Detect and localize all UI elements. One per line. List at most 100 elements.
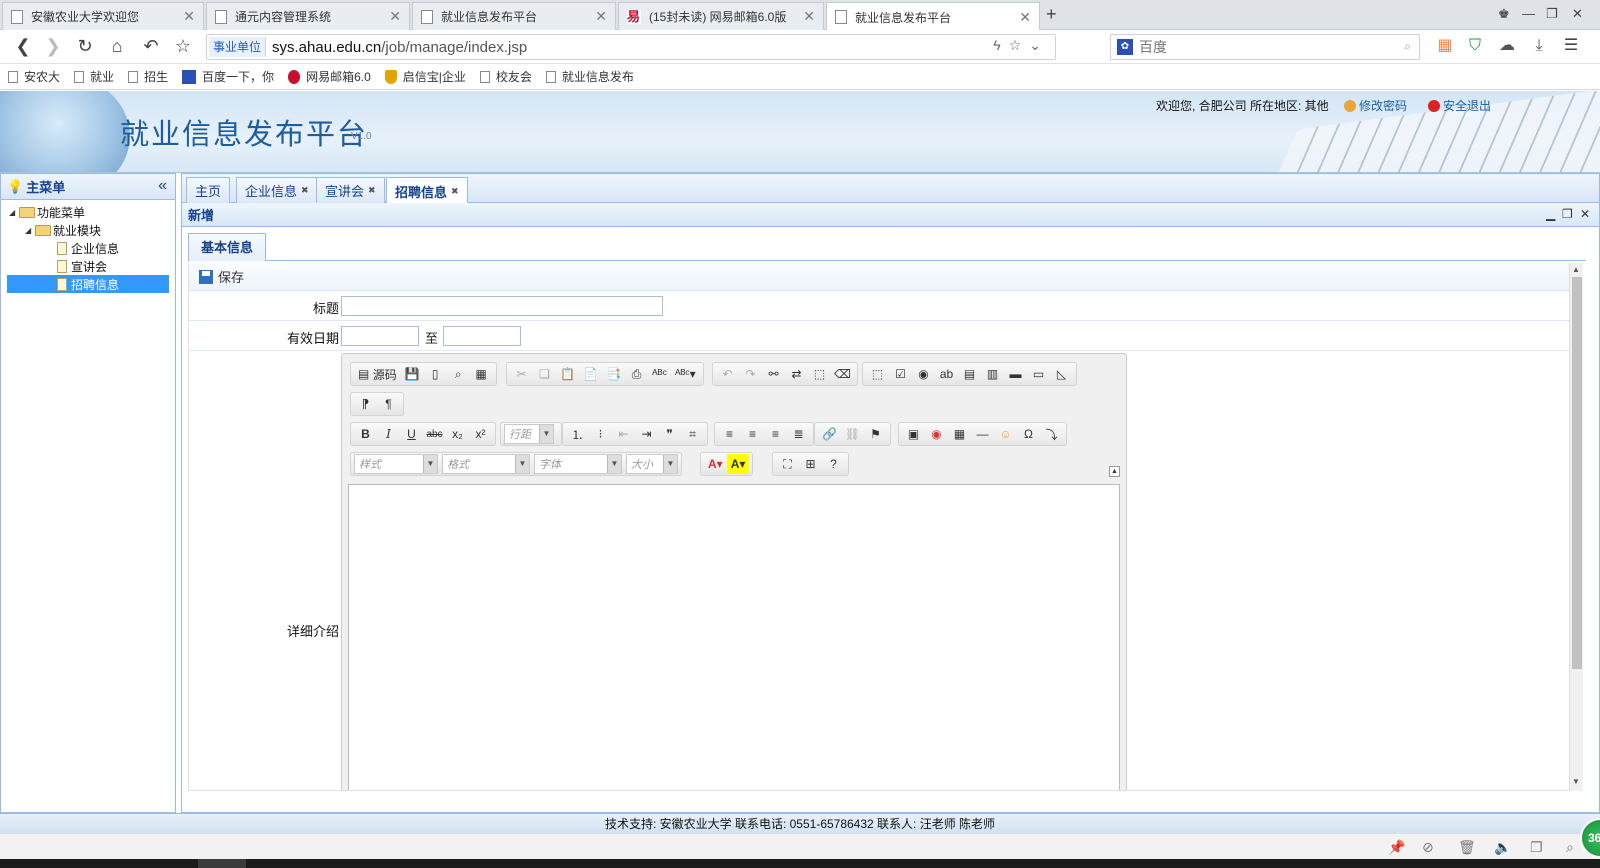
close-icon[interactable]: ✖ (301, 185, 309, 196)
apps-grid-icon[interactable]: ▦ (1434, 35, 1456, 57)
close-icon[interactable]: ✕ (183, 8, 195, 25)
forward-icon[interactable]: ❯ (42, 35, 64, 57)
select-all-icon[interactable]: ⬚ (808, 364, 831, 384)
maximize-icon[interactable]: ⛶ (776, 454, 799, 474)
collapse-toolbar-icon[interactable]: ▲ (1109, 466, 1120, 477)
browser-tab[interactable]: 就业信息发布平台 ✕ (412, 2, 616, 30)
restore-icon[interactable]: ❐ (1546, 6, 1558, 22)
div-container-icon[interactable]: ⌗ (681, 424, 704, 444)
scrollbar-thumb[interactable] (1572, 277, 1582, 669)
window-icon[interactable]: ❐ (1530, 839, 1543, 856)
logout-link[interactable]: 安全退出 (1428, 97, 1491, 114)
line-height-select[interactable]: 行距 ▼ (504, 424, 554, 444)
tab-company-info[interactable]: 企业信息 ✖ (236, 177, 318, 203)
reload-icon[interactable]: ↻ (74, 35, 96, 57)
browser-tab[interactable]: 安徽农业大学欢迎您 ✕ (2, 2, 204, 30)
checkbox-icon[interactable]: ☑ (889, 364, 912, 384)
date-from-input[interactable] (341, 326, 419, 346)
search-input[interactable] (1139, 39, 1379, 55)
collapse-icon[interactable]: « (158, 177, 167, 195)
smiley-icon[interactable]: ☺ (994, 424, 1017, 444)
superscript-icon[interactable]: x² (469, 424, 492, 444)
close-icon[interactable]: ✕ (389, 8, 401, 25)
vertical-scrollbar[interactable]: ▲ ▼ (1569, 263, 1583, 791)
tab-presentation[interactable]: 宣讲会 ✖ (316, 177, 385, 203)
bookmark[interactable]: 网易邮箱6.0 (288, 68, 371, 85)
flash-icon[interactable]: ◉ (925, 424, 948, 444)
help-icon[interactable]: ? (822, 454, 845, 474)
page-break-icon[interactable]: ⤵ (1040, 424, 1063, 444)
close-icon[interactable]: ✕ (803, 8, 815, 25)
table-icon[interactable]: ▦ (948, 424, 971, 444)
bookmark[interactable]: 就业 (74, 68, 114, 85)
no-image-icon[interactable]: ⊘ (1422, 839, 1434, 856)
copy-icon[interactable]: ❏ (533, 364, 556, 384)
align-justify-icon[interactable]: ≣ (787, 424, 810, 444)
cut-icon[interactable]: ✂ (510, 364, 533, 384)
home-icon[interactable]: ⌂ (106, 35, 128, 57)
align-center-icon[interactable]: ≡ (741, 424, 764, 444)
source-button[interactable]: ▤ 源码 (354, 364, 401, 384)
blockquote-icon[interactable]: ❞ (658, 424, 681, 444)
search-box[interactable]: ✿ ⌕ (1110, 34, 1420, 60)
link-icon[interactable]: 🔗 (818, 424, 841, 444)
menu-icon[interactable]: ☰ (1560, 35, 1582, 57)
taskbar-button[interactable] (198, 859, 246, 868)
text-color-icon[interactable]: A▾ (704, 454, 727, 474)
star-icon[interactable]: ☆ (172, 35, 194, 57)
expand-arrow-icon[interactable]: ◢ (25, 226, 35, 235)
shield-icon[interactable]: ⛉ (1464, 35, 1486, 57)
background-color-icon[interactable]: A▾ (726, 454, 750, 474)
bookmark[interactable]: 百度一下，你 (182, 68, 274, 85)
bookmark[interactable]: 招生 (128, 68, 168, 85)
browser-tab[interactable]: 通元内容管理系统 ✕ (206, 2, 410, 30)
expand-arrow-icon[interactable]: ◢ (9, 208, 19, 217)
flash-icon[interactable]: ϟ (993, 37, 1008, 53)
ordered-list-icon[interactable]: ⒈ (566, 424, 589, 444)
search-icon[interactable]: ⌕ (1404, 39, 1411, 54)
special-char-icon[interactable]: Ω (1017, 424, 1040, 444)
bookmark[interactable]: 校友会 (479, 68, 532, 85)
radio-icon[interactable]: ◉ (912, 364, 935, 384)
sound-icon[interactable]: 🔈 (1494, 839, 1511, 856)
font-select[interactable]: 字体 ▼ (534, 454, 622, 474)
address-text[interactable]: sys.ahau.edu.cn/job/manage/index.jsp (272, 39, 1055, 56)
select-field-icon[interactable]: ▥ (981, 364, 1004, 384)
close-icon[interactable]: ✕ (1019, 9, 1031, 26)
hidden-field-icon[interactable]: ◺ (1050, 364, 1073, 384)
preview-icon[interactable]: ⌕ (447, 364, 470, 384)
editor-content-area[interactable] (348, 484, 1120, 790)
bookmark-star-icon[interactable]: ☆ (1009, 37, 1030, 53)
bullet-list-icon[interactable]: ⁝ (589, 424, 612, 444)
scroll-up-icon[interactable]: ▲ (1572, 265, 1580, 274)
italic-icon[interactable]: I (377, 424, 400, 444)
print-icon[interactable]: ⎙ (625, 364, 648, 384)
image-icon[interactable]: ▣ (902, 424, 925, 444)
underline-icon[interactable]: U (400, 424, 423, 444)
close-icon[interactable]: ✖ (368, 185, 376, 196)
indent-icon[interactable]: ⇥ (635, 424, 658, 444)
restore-icon[interactable]: ❐ (1562, 207, 1573, 221)
tree-node-function-menu[interactable]: ◢ 功能菜单 (9, 203, 85, 221)
address-bar[interactable]: 事业单位 sys.ahau.edu.cn/job/manage/index.js… (206, 34, 1056, 60)
browser-tab[interactable]: 易 (15封未读) 网易邮箱6.0版 ✕ (618, 2, 824, 30)
new-tab-icon[interactable]: + (1046, 4, 1057, 25)
ltr-icon[interactable]: ⁋ (354, 394, 377, 414)
form-icon[interactable]: ⬚ (866, 364, 889, 384)
shirt-icon[interactable]: ♚ (1498, 6, 1510, 22)
template-icon[interactable]: ▦ (470, 364, 493, 384)
save-doc-icon[interactable]: 💾 (401, 364, 424, 384)
replace-icon[interactable]: ⇄ (785, 364, 808, 384)
button-field-icon[interactable]: ▬ (1004, 364, 1027, 384)
tab-home[interactable]: 主页 (186, 177, 231, 203)
subscript-icon[interactable]: x₂ (446, 424, 469, 444)
close-icon[interactable]: ✕ (595, 8, 607, 25)
undo-icon[interactable]: ↶ (716, 364, 739, 384)
scroll-down-icon[interactable]: ▼ (1572, 777, 1580, 786)
undo-icon[interactable]: ↶ (140, 35, 162, 57)
download-icon[interactable]: ⤓ (1528, 35, 1550, 57)
new-page-icon[interactable]: ▯ (424, 364, 447, 384)
image-button-icon[interactable]: ▭ (1027, 364, 1050, 384)
style-select[interactable]: 样式 ▼ (354, 454, 438, 474)
outdent-icon[interactable]: ⇤ (612, 424, 635, 444)
